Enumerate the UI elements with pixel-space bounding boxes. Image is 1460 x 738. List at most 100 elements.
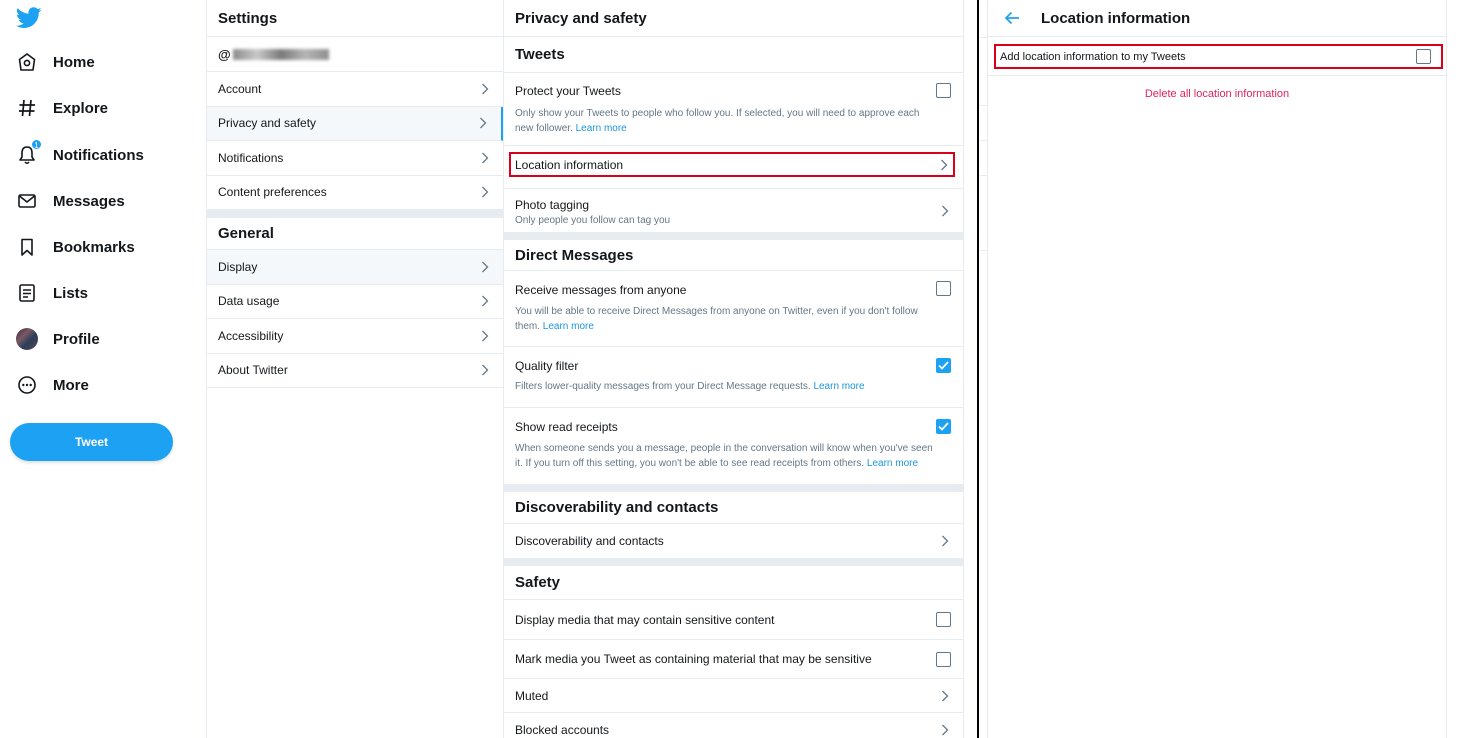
sensitive-display-row[interactable]: Display media that may contain sensitive…: [504, 600, 963, 640]
privacy-column: Privacy and safety Tweets Protect your T…: [504, 0, 964, 738]
sensitive-mark-row[interactable]: Mark media you Tweet as containing mater…: [504, 640, 963, 679]
quality-filter-checkbox[interactable]: [936, 358, 951, 373]
nav-label: Profile: [53, 330, 100, 348]
settings-item-content[interactable]: Content preferences: [207, 176, 503, 210]
general-title: General: [207, 218, 503, 250]
discoverability-label: Discoverability and contacts: [515, 534, 664, 548]
chevron-right-icon: [482, 295, 489, 307]
settings-item-label: About Twitter: [218, 363, 288, 378]
protect-tweets-checkbox[interactable]: [936, 83, 951, 98]
privacy-title: Privacy and safety: [504, 0, 963, 37]
quality-filter-label: Quality filter: [515, 359, 579, 373]
settings-item-accessibility[interactable]: Accessibility: [207, 319, 503, 354]
twitter-bird-icon[interactable]: [16, 7, 42, 29]
nav-profile[interactable]: Profile: [16, 322, 100, 356]
hashtag-icon: [16, 97, 38, 119]
learn-more-link[interactable]: Learn more: [543, 321, 594, 332]
nav-label: Explore: [53, 99, 109, 117]
tweets-section-title: Tweets: [504, 37, 963, 73]
location-info-row[interactable]: Location information: [509, 152, 955, 177]
section-separator: [504, 485, 963, 492]
chevron-right-icon: [480, 117, 487, 129]
location-info-label: Location information: [515, 157, 624, 172]
nav-label: Lists: [53, 284, 89, 302]
quality-filter-row[interactable]: Quality filter Filters lower-quality mes…: [504, 347, 963, 408]
nav-messages[interactable]: Messages: [16, 184, 125, 218]
receive-messages-label: Receive messages from anyone: [515, 283, 687, 297]
muted-row[interactable]: Muted: [504, 679, 963, 713]
settings-item-label: Accessibility: [218, 328, 284, 343]
read-receipts-row[interactable]: Show read receipts When someone sends yo…: [504, 408, 963, 485]
dm-section-title: Direct Messages: [504, 240, 963, 271]
sensitive-mark-checkbox[interactable]: [936, 651, 951, 667]
chevron-right-icon: [942, 724, 949, 736]
home-icon: [16, 51, 38, 73]
blocked-row[interactable]: Blocked accounts: [504, 713, 963, 738]
settings-item-label: Content preferences: [218, 185, 327, 200]
receive-messages-checkbox[interactable]: [936, 281, 951, 296]
settings-item-label: Display: [218, 259, 258, 274]
settings-item-about[interactable]: About Twitter: [207, 354, 503, 388]
ghost-line: [979, 140, 987, 141]
back-arrow-icon[interactable]: [1004, 11, 1020, 25]
nav-home[interactable]: Home: [16, 45, 95, 79]
tweet-button[interactable]: Tweet: [10, 423, 173, 461]
learn-more-link[interactable]: Learn more: [576, 123, 627, 134]
nav-label: Bookmarks: [53, 238, 135, 256]
sensitive-display-checkbox[interactable]: [936, 612, 951, 627]
primary-nav: Home Explore 1 Notifications Messages Bo…: [0, 0, 207, 738]
discover-section-title: Discoverability and contacts: [504, 492, 963, 524]
settings-item-account[interactable]: Account: [207, 72, 503, 107]
nav-more[interactable]: More: [16, 368, 89, 402]
receive-messages-desc: You will be able to receive Direct Messa…: [515, 304, 951, 334]
nav-explore[interactable]: Explore: [16, 91, 108, 125]
location-header: Location information: [988, 0, 1446, 37]
ghost-line: [979, 250, 987, 251]
account-handle: @: [207, 37, 503, 72]
bookmark-icon: [16, 236, 38, 258]
settings-item-data-usage[interactable]: Data usage: [207, 285, 503, 319]
nav-notifications[interactable]: 1 Notifications: [16, 138, 144, 172]
settings-item-label: Account: [218, 81, 262, 96]
discoverability-row[interactable]: Discoverability and contacts: [504, 524, 963, 559]
chevron-right-icon: [482, 330, 489, 342]
delete-location-link[interactable]: Delete all location information: [988, 88, 1446, 100]
safety-section-title: Safety: [504, 566, 963, 600]
envelope-icon: [16, 190, 38, 212]
location-column: Location information Add location inform…: [987, 0, 1447, 738]
section-separator: [207, 210, 503, 218]
settings-item-notifications[interactable]: Notifications: [207, 141, 503, 176]
chevron-right-icon: [482, 364, 489, 376]
nav-bookmarks[interactable]: Bookmarks: [16, 230, 135, 264]
photo-tagging-desc: Only people you follow can tag you: [515, 215, 671, 226]
receive-messages-row[interactable]: Receive messages from anyone You will be…: [504, 271, 963, 347]
settings-column: Settings @ Account Privacy and safety No…: [206, 0, 504, 738]
add-location-row[interactable]: Add location information to my Tweets: [994, 44, 1443, 69]
ghost-line: [979, 105, 987, 106]
nav-label: More: [53, 376, 89, 394]
avatar: [16, 328, 38, 350]
add-location-checkbox[interactable]: [1416, 49, 1431, 64]
profile-icon-wrap: [16, 328, 38, 350]
chevron-right-icon: [482, 261, 489, 273]
read-receipts-checkbox[interactable]: [936, 419, 951, 434]
sensitive-mark-label: Mark media you Tweet as containing mater…: [515, 652, 872, 666]
add-location-label: Add location information to my Tweets: [1000, 50, 1186, 63]
nav-label: Messages: [53, 192, 125, 210]
settings-item-label: Notifications: [218, 150, 284, 165]
learn-more-link[interactable]: Learn more: [867, 458, 918, 469]
blocked-label: Blocked accounts: [515, 723, 610, 737]
photo-tagging-row[interactable]: Photo tagging Only people you follow can…: [504, 189, 963, 233]
learn-more-link[interactable]: Learn more: [813, 381, 864, 392]
ghost-line: [979, 37, 987, 38]
location-row-wrap: Location information: [504, 146, 963, 189]
settings-item-label: Data usage: [218, 294, 280, 309]
protect-tweets-desc: Only show your Tweets to people who foll…: [515, 106, 951, 136]
protect-tweets-row[interactable]: Protect your Tweets Only show your Tweet…: [504, 73, 963, 146]
quality-filter-desc-text: Filters lower-quality messages from your…: [515, 381, 811, 392]
settings-item-display[interactable]: Display: [207, 250, 503, 285]
chevron-right-icon: [942, 690, 949, 701]
nav-lists[interactable]: Lists: [16, 276, 88, 310]
panel-divider: [977, 0, 979, 738]
settings-item-privacy[interactable]: Privacy and safety: [207, 106, 503, 141]
